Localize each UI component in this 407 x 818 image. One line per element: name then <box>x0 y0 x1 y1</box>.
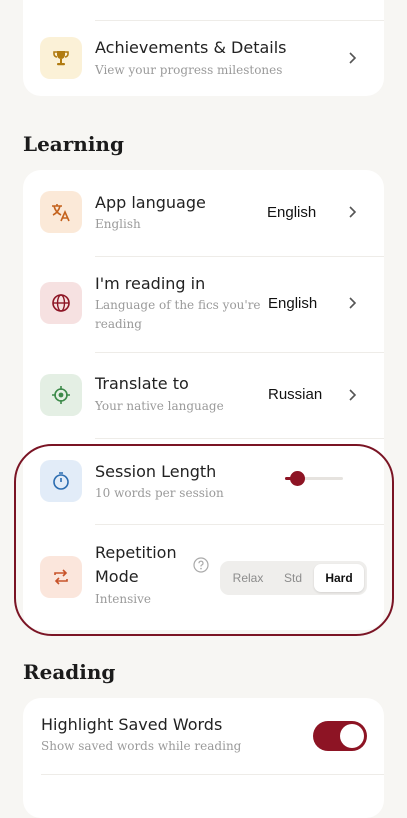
trophy-icon-box <box>40 37 82 79</box>
learning-card: App language English English I'm reading… <box>23 170 384 630</box>
chevron-right-icon <box>349 52 357 64</box>
translate-to-value: Russian <box>268 386 323 403</box>
translate-icon <box>52 204 70 222</box>
app-language-row[interactable]: App language English English <box>23 170 384 256</box>
repetition-mode-title-line2: Mode <box>95 567 139 586</box>
divider <box>41 774 384 775</box>
highlight-saved-words-row[interactable]: Highlight Saved Words Show saved words w… <box>23 698 384 774</box>
timer-icon-box <box>40 460 82 502</box>
app-language-title: App language <box>95 193 206 212</box>
highlight-saved-words-toggle[interactable] <box>313 721 367 751</box>
chevron-right-icon <box>349 389 357 401</box>
translate-to-row[interactable]: Translate to Your native language Russia… <box>23 352 384 438</box>
target-icon-box <box>40 374 82 416</box>
toggle-knob <box>340 724 364 748</box>
achievements-row[interactable]: Achievements & Details View your progres… <box>23 20 384 96</box>
achievements-subtitle: View your progress milestones <box>95 63 283 77</box>
repetition-mode-subtitle: Intensive <box>95 592 151 606</box>
session-length-title: Session Length <box>95 462 217 481</box>
highlight-saved-words-subtitle: Show saved words while reading <box>41 739 242 753</box>
timer-icon <box>53 472 69 490</box>
app-language-value: English <box>267 204 317 221</box>
repetition-mode-segmented-control: Relax Std Hard <box>220 561 367 595</box>
session-length-slider[interactable] <box>285 471 343 486</box>
globe-icon <box>52 294 70 312</box>
reading-heading: Reading <box>23 660 116 684</box>
session-length-subtitle: 10 words per session <box>95 486 224 500</box>
repetition-mode-row: Repetition Mode Intensive Relax Std Hard <box>23 524 384 630</box>
reading-in-subtitle: Language of the fics you're reading <box>95 298 261 331</box>
learning-heading: Learning <box>23 132 124 156</box>
segment-hard[interactable]: Hard <box>314 564 364 592</box>
repeat-icon-box <box>40 556 82 598</box>
highlight-saved-words-title: Highlight Saved Words <box>41 715 223 734</box>
translate-to-title: Translate to <box>95 374 189 393</box>
app-language-subtitle: English <box>95 217 141 231</box>
reading-in-value: English <box>268 295 318 312</box>
trophy-icon <box>53 51 69 66</box>
translate-icon-box <box>40 191 82 233</box>
achievements-title: Achievements & Details <box>95 38 287 57</box>
session-length-row: Session Length 10 words per session <box>23 438 384 524</box>
help-circle-icon[interactable] <box>193 557 209 573</box>
slider-thumb[interactable] <box>289 471 305 486</box>
repeat-icon <box>54 569 68 585</box>
reading-in-title: I'm reading in <box>95 274 206 293</box>
target-icon <box>52 386 70 404</box>
translate-to-subtitle: Your native language <box>95 399 224 413</box>
chevron-right-icon <box>349 297 357 309</box>
reading-card: Highlight Saved Words Show saved words w… <box>23 698 384 818</box>
globe-icon-box <box>40 282 82 324</box>
segment-relax[interactable]: Relax <box>224 564 272 592</box>
chevron-right-icon <box>349 206 357 218</box>
repetition-mode-title-line1: Repetition <box>95 543 177 562</box>
segment-std[interactable]: Std <box>272 564 314 592</box>
progress-card: Achievements & Details View your progres… <box>23 0 384 96</box>
reading-in-row[interactable]: I'm reading in Language of the fics you'… <box>23 256 384 352</box>
